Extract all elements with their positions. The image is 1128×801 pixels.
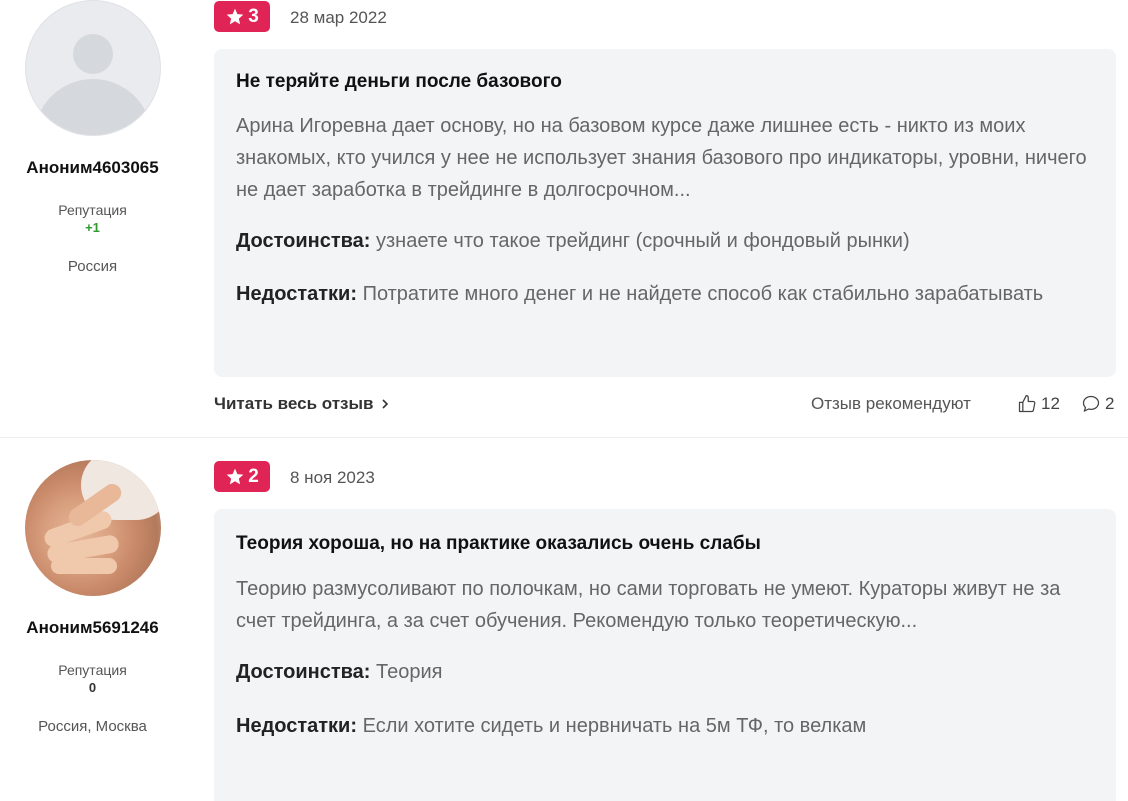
default-avatar-icon[interactable] [24, 0, 161, 136]
author-name[interactable]: Аноним5691246 [0, 618, 185, 638]
star-icon [226, 468, 244, 484]
review-pros: Достоинства: Теория [236, 656, 1094, 688]
cons-text: Потратите много денег и не найдете спосо… [362, 283, 1044, 305]
comment-count: 2 [1105, 394, 1115, 413]
review-card: Аноним4603065 Репутация +1 Россия 3 28 м… [0, 0, 1128, 438]
rating-badge: 2 [214, 461, 270, 492]
pros-label: Достоинства: [236, 230, 371, 252]
cons-label: Недостатки: [236, 283, 358, 305]
review-date: 8 ноя 2023 [290, 468, 375, 487]
review-author: Аноним5691246 Репутация 0 Россия, Москва [0, 460, 185, 735]
rating-badge: 3 [214, 1, 270, 32]
reputation-value: 0 [88, 680, 97, 695]
comment-icon [1082, 395, 1100, 412]
review-body: Теорию размусоливают по полочкам, но сам… [236, 578, 1061, 632]
author-location: Россия [67, 258, 118, 275]
read-more-link[interactable]: Читать весь отзыв [214, 394, 391, 414]
review-date: 28 мар 2022 [290, 8, 387, 27]
review-bubble: Не теряйте деньги после базового Арина И… [214, 49, 1116, 377]
review-cons: Недостатки: Потратите много денег и не н… [236, 278, 1094, 310]
comment-button[interactable]: 2 [1081, 394, 1114, 414]
review-title[interactable]: Не теряйте деньги после базового [236, 49, 1094, 94]
reputation-label: Репутация [58, 662, 127, 678]
star-icon [226, 8, 244, 24]
author-location: Россия, Москва [38, 718, 147, 735]
chevron-right-icon [382, 399, 389, 409]
rating-value: 2 [248, 465, 259, 487]
pros-text: узнаете что такое трейдинг (срочный и фо… [376, 230, 910, 252]
reputation-value: +1 [85, 220, 100, 235]
review-footer: Читать весь отзыв Отзыв рекомендуют 12 2 [214, 394, 1116, 418]
review-bubble: Теория хороша, но на практике оказались … [214, 509, 1116, 801]
recommend-label: Отзыв рекомендуют [811, 394, 971, 413]
rating-value: 3 [248, 5, 259, 27]
like-button[interactable]: 12 [1017, 394, 1060, 414]
cons-label: Недостатки: [236, 715, 358, 737]
hands-photo-avatar[interactable] [24, 460, 161, 596]
read-more-label[interactable]: Читать весь отзыв [214, 394, 373, 414]
review-card: Аноним5691246 Репутация 0 Россия, Москва… [0, 439, 1128, 801]
review-author: Аноним4603065 Репутация +1 Россия [0, 0, 185, 275]
pros-label: Достоинства: [236, 661, 371, 683]
reputation-label: Репутация [58, 202, 127, 218]
review-pros: Достоинства: узнаете что такое трейдинг … [236, 225, 1094, 257]
cons-text: Если хотите сидеть и нервничать на 5м ТФ… [362, 715, 867, 737]
review-cons: Недостатки: Если хотите сидеть и нервнич… [236, 710, 1094, 742]
author-name[interactable]: Аноним4603065 [0, 158, 185, 178]
like-count: 12 [1041, 394, 1060, 413]
review-title[interactable]: Теория хороша, но на практике оказались … [236, 509, 1094, 556]
review-body: Арина Игоревна дает основу, но на базово… [236, 115, 1087, 201]
pros-text: Теория [376, 661, 443, 683]
thumbs-up-icon [1018, 395, 1036, 413]
